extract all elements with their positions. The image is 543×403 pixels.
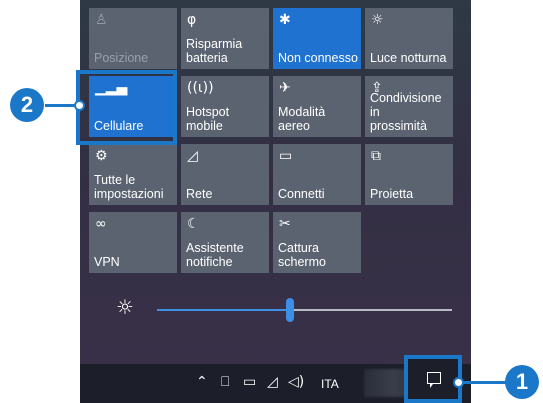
airplane-icon: ✈ bbox=[279, 80, 291, 96]
tile-label: Hotspot mobile bbox=[186, 105, 230, 133]
notification-icon bbox=[427, 372, 441, 388]
vpn-icon: ∞ bbox=[95, 216, 107, 232]
tile-label: Modalità aereo bbox=[278, 105, 326, 133]
focus-assist-icon: ☾ bbox=[187, 216, 200, 232]
tile-posizione[interactable]: ♙ Posizione bbox=[89, 8, 177, 69]
tile-label: Condivisione in prossimità bbox=[370, 91, 442, 133]
tile-label: Non connesso bbox=[278, 51, 358, 65]
tile-proietta[interactable]: ⧉ Proietta bbox=[365, 144, 453, 205]
tile-hotspot-mobile[interactable]: ((ι)) Hotspot mobile bbox=[181, 76, 269, 137]
brightness-icon: ☼ bbox=[116, 295, 134, 319]
callout-number-2: 2 bbox=[10, 88, 44, 122]
touch-keyboard-icon[interactable]: ⎕ bbox=[221, 374, 229, 390]
callout-number-1: 1 bbox=[505, 365, 539, 399]
battery-icon[interactable]: ▭ bbox=[243, 374, 256, 390]
tile-label: VPN bbox=[94, 255, 120, 269]
tile-label: Connetti bbox=[278, 187, 325, 201]
location-icon: ♙ bbox=[95, 12, 108, 28]
tile-label: Luce notturna bbox=[370, 51, 447, 65]
brightness-slider-thumb[interactable] bbox=[285, 298, 294, 322]
bluetooth-icon: ✱ bbox=[279, 12, 291, 28]
hotspot-icon: ((ι)) bbox=[187, 80, 214, 96]
tile-tutte-le-impostazioni[interactable]: ⚙ Tutte le impostazioni bbox=[89, 144, 177, 205]
chevron-up-icon[interactable]: ⌃ bbox=[196, 374, 208, 390]
callout-dot-1 bbox=[453, 377, 464, 388]
tile-risparmia-batteria[interactable]: φ Risparmia batteria bbox=[181, 8, 269, 69]
tile-cattura-schermo[interactable]: ✂ Cattura schermo bbox=[273, 212, 361, 273]
battery-saver-icon: φ bbox=[187, 12, 197, 28]
tile-non-connesso[interactable]: ✱ Non connesso bbox=[273, 8, 361, 69]
brightness-slider-row: ☼ bbox=[80, 285, 471, 333]
tile-vpn[interactable]: ∞ VPN bbox=[89, 212, 177, 273]
tile-label: Rete bbox=[186, 187, 213, 201]
tile-label: Posizione bbox=[94, 51, 149, 65]
tile-label: Risparmia batteria bbox=[186, 37, 243, 65]
tile-condivisione-in-prossimit[interactable]: ⇪ Condivisione in prossimità bbox=[365, 76, 453, 137]
tile-connetti[interactable]: ▭ Connetti bbox=[273, 144, 361, 205]
night-light-icon: ☼ bbox=[371, 12, 384, 28]
connect-icon: ▭ bbox=[279, 148, 293, 164]
tile-luce-notturna[interactable]: ☼ Luce notturna bbox=[365, 8, 453, 69]
project-icon: ⧉ bbox=[371, 148, 381, 164]
screen-snip-icon: ✂ bbox=[279, 216, 291, 232]
settings-gear-icon: ⚙ bbox=[95, 148, 108, 164]
tile-rete[interactable]: ◿ Rete bbox=[181, 144, 269, 205]
brightness-slider-track[interactable] bbox=[289, 309, 452, 311]
tile-label: Tutte le impostazioni bbox=[94, 173, 164, 201]
tile-label: Assistente notifiche bbox=[186, 241, 244, 269]
tile-label: Proietta bbox=[370, 187, 414, 201]
brightness-slider-filled[interactable] bbox=[157, 309, 290, 311]
callout-line-1 bbox=[458, 381, 508, 384]
tile-modalit-aereo[interactable]: ✈ Modalità aereo bbox=[273, 76, 361, 137]
network-icon: ◿ bbox=[187, 148, 198, 164]
callout-highlight-cellular bbox=[76, 70, 177, 145]
wifi-icon[interactable]: ◿ bbox=[267, 374, 278, 390]
tile-label: Cattura schermo bbox=[278, 241, 326, 269]
callout-dot-2 bbox=[74, 100, 85, 111]
volume-icon[interactable]: ◁) bbox=[288, 374, 304, 390]
language-indicator[interactable]: ITA bbox=[321, 377, 339, 391]
tile-assistente-notifiche[interactable]: ☾ Assistente notifiche bbox=[181, 212, 269, 273]
